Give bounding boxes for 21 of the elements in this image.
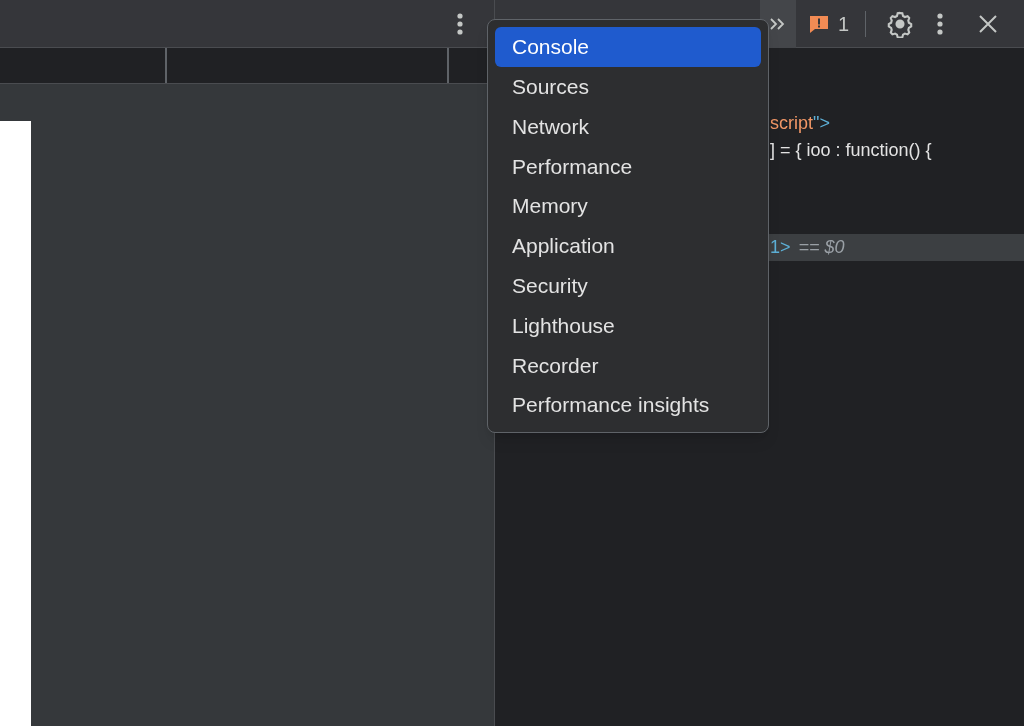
- menu-item[interactable]: Memory: [495, 186, 761, 226]
- menu-item[interactable]: Console: [495, 27, 761, 67]
- menu-item[interactable]: Lighthouse: [495, 305, 761, 346]
- warning-icon: [808, 13, 830, 34]
- menu-item[interactable]: Application: [495, 226, 761, 266]
- code-text: ">: [813, 112, 830, 135]
- issues-button[interactable]: 1: [808, 8, 850, 39]
- menu-item[interactable]: Performance insights: [495, 385, 761, 425]
- close-icon[interactable]: [978, 13, 999, 34]
- code-text: script: [770, 112, 813, 135]
- menu-item[interactable]: Security: [495, 265, 761, 306]
- more-options-icon[interactable]: [936, 11, 945, 36]
- code-text: 1>: [770, 236, 791, 259]
- menu-item[interactable]: Performance: [495, 146, 761, 187]
- menu-item[interactable]: Sources: [495, 66, 761, 107]
- settings-icon[interactable]: [886, 9, 915, 38]
- menu-item[interactable]: Recorder: [495, 345, 761, 386]
- menu-item[interactable]: Network: [495, 106, 761, 147]
- code-text: ] = { ioo : function() {: [770, 139, 932, 162]
- more-options-icon[interactable]: [456, 11, 464, 36]
- code-text: == $0: [798, 236, 845, 259]
